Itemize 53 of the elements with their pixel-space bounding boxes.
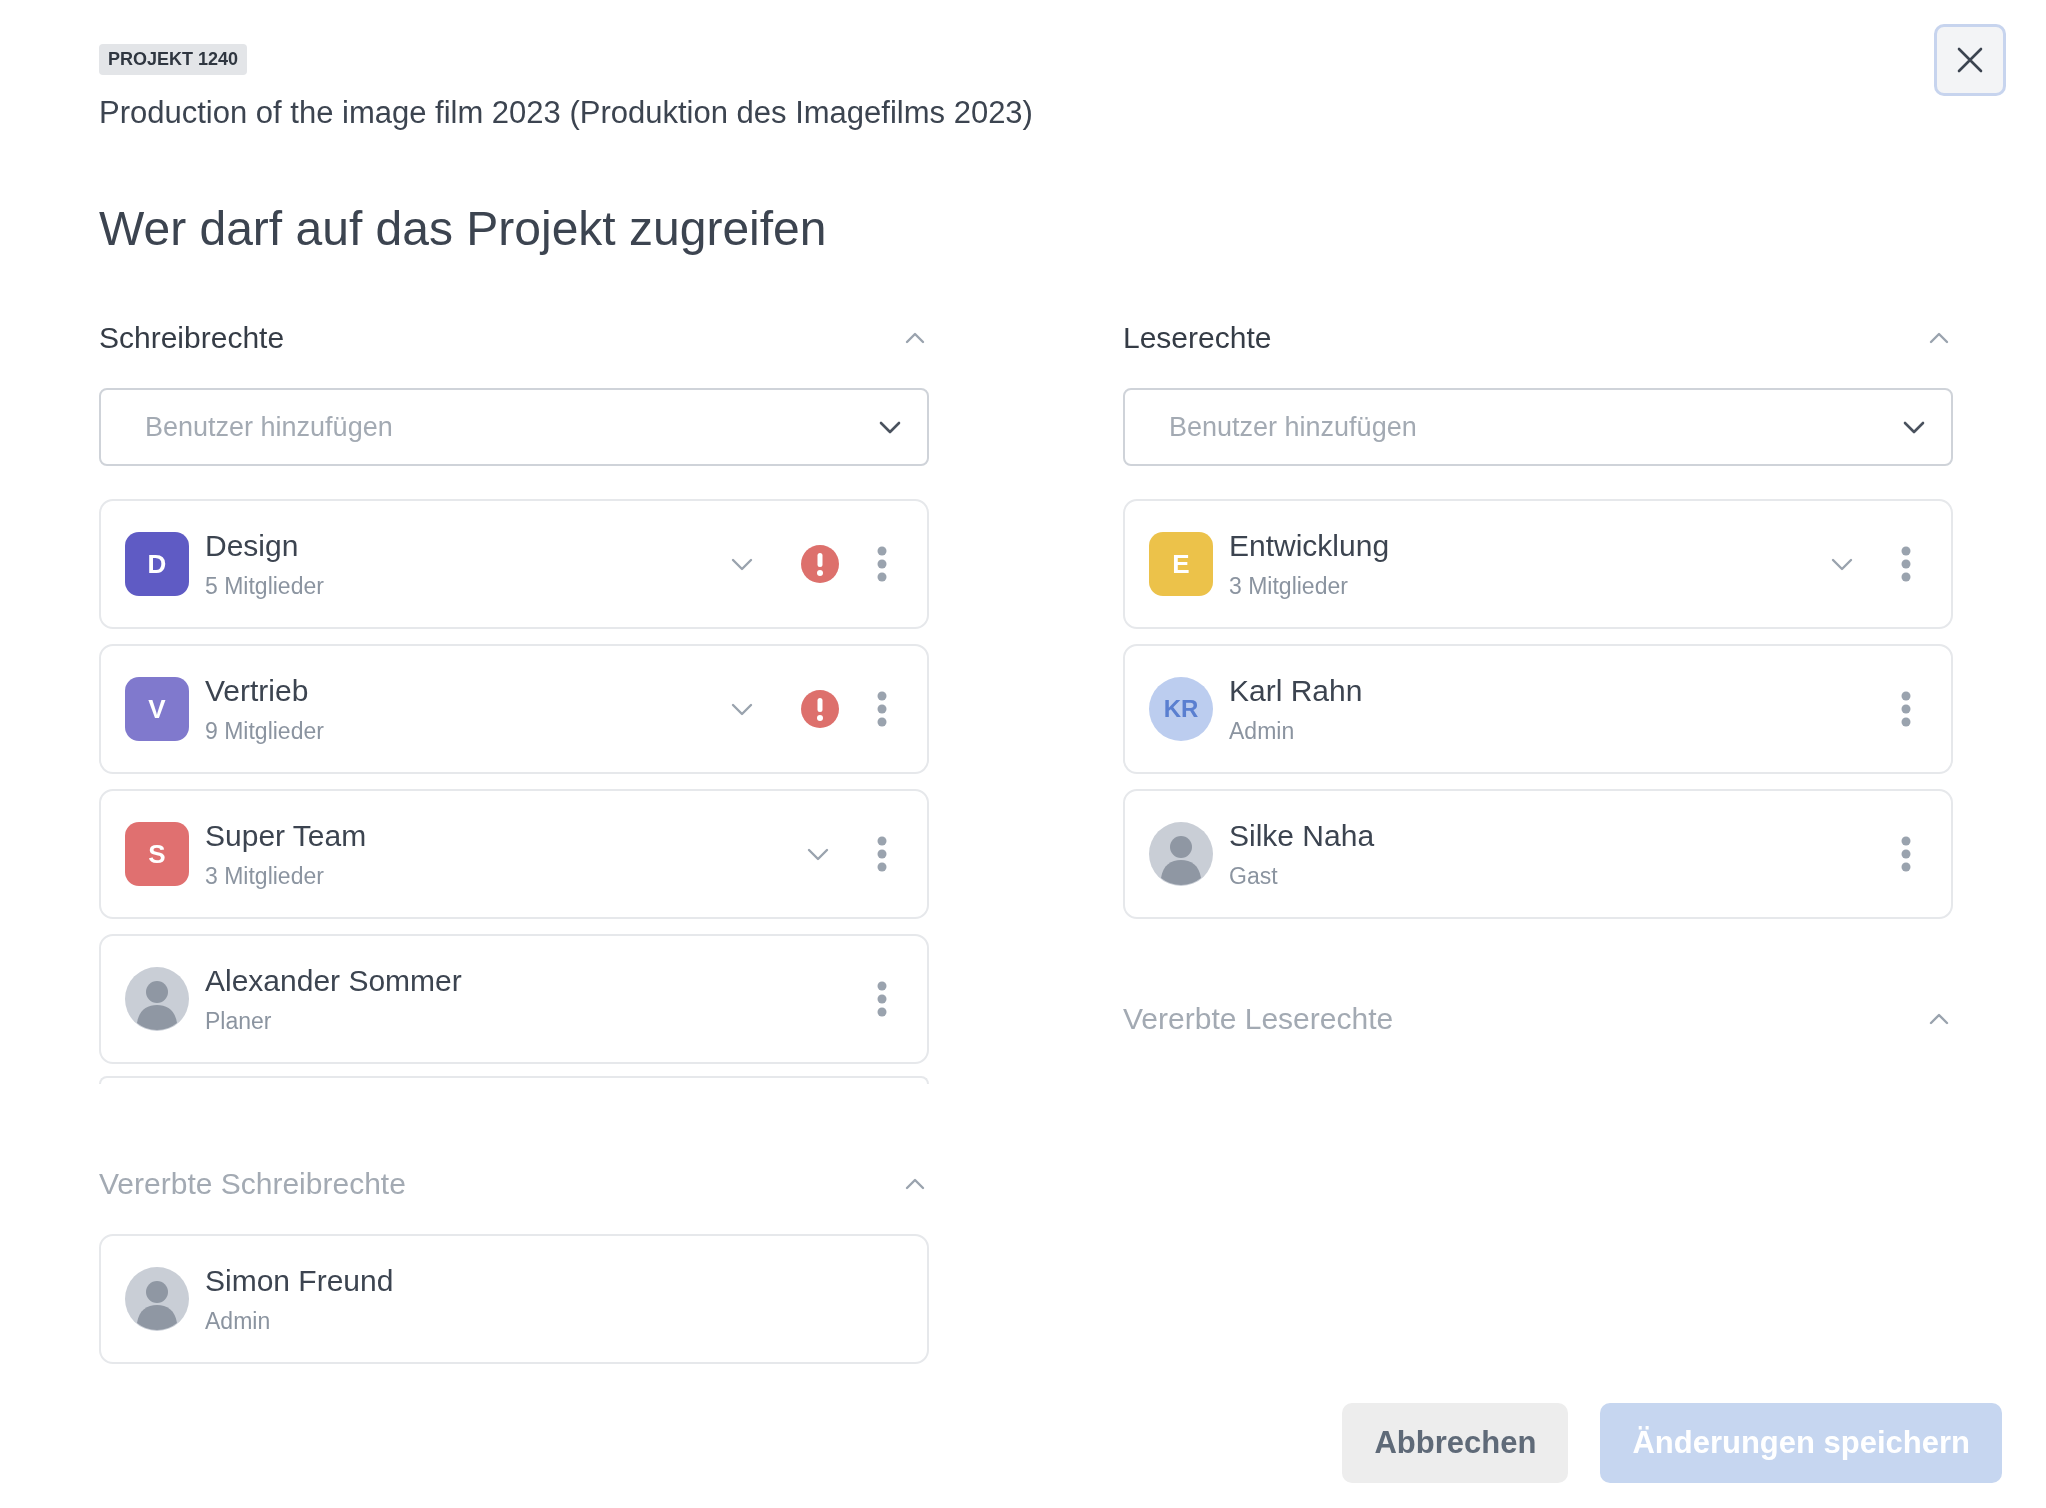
section-title: Leserechte bbox=[1123, 321, 1272, 355]
chevron-down-icon bbox=[1903, 420, 1925, 434]
add-user-dropdown[interactable]: Benutzer hinzufügen bbox=[1123, 388, 1953, 466]
initials-avatar: KR bbox=[1149, 677, 1213, 741]
member-name: Silke Naha bbox=[1229, 818, 1376, 853]
member-role: 3 Mitglieder bbox=[1229, 572, 1349, 600]
group-avatar: E bbox=[1149, 532, 1213, 596]
more-options-icon[interactable] bbox=[877, 836, 887, 872]
section-title: Vererbte Schreibrechte bbox=[99, 1167, 406, 1201]
member-name: Karl Rahn bbox=[1229, 673, 1364, 708]
more-options-icon[interactable] bbox=[1901, 691, 1911, 727]
avatar-silhouette-icon bbox=[125, 967, 189, 1031]
group-avatar: D bbox=[125, 532, 189, 596]
member-role: Gast bbox=[1229, 862, 1279, 890]
action-button[interactable]: Abbrechen bbox=[1342, 1403, 1569, 1483]
member-role: 3 Mitglieder bbox=[205, 862, 325, 890]
chevron-down-icon[interactable] bbox=[807, 847, 829, 861]
member-name: Vertrieb bbox=[205, 673, 310, 708]
more-options-icon[interactable] bbox=[877, 691, 887, 727]
add-user-dropdown[interactable]: Benutzer hinzufügen bbox=[99, 388, 929, 466]
member-role: 9 Mitglieder bbox=[205, 717, 325, 745]
member-role: Admin bbox=[1229, 717, 1296, 745]
chevron-down-icon[interactable] bbox=[1831, 557, 1853, 571]
member-name: Entwicklung bbox=[1229, 528, 1391, 563]
more-options-icon[interactable] bbox=[1901, 546, 1911, 582]
chevron-down-icon bbox=[879, 420, 901, 434]
chevron-down-icon[interactable] bbox=[731, 702, 753, 716]
member-name: Alexander Sommer bbox=[205, 963, 463, 998]
more-options-icon[interactable] bbox=[1901, 836, 1911, 872]
member-role: Admin bbox=[205, 1307, 272, 1335]
project-title: Production of the image film 2023 (Produktion des Imagefilms 2023) bbox=[99, 95, 1033, 131]
section-title: Vererbte Leserechte bbox=[1123, 1002, 1394, 1036]
more-options-icon[interactable] bbox=[877, 546, 887, 582]
member-name: Design bbox=[205, 528, 300, 563]
member-role: 5 Mitglieder bbox=[205, 572, 325, 600]
section-title: Schreibrechte bbox=[99, 321, 285, 355]
member-name: Simon Freund bbox=[205, 1263, 395, 1298]
collapse-chevron-icon[interactable] bbox=[905, 332, 925, 344]
page-heading: Wer darf auf das Projekt zugreifen bbox=[99, 201, 827, 256]
more-options-icon[interactable] bbox=[877, 981, 887, 1017]
avatar-silhouette-icon bbox=[125, 1267, 189, 1331]
close-icon bbox=[1956, 46, 1984, 74]
chevron-down-icon[interactable] bbox=[731, 557, 753, 571]
collapse-chevron-icon[interactable] bbox=[1929, 1013, 1949, 1025]
member-name: Super Team bbox=[205, 818, 368, 853]
close-button[interactable] bbox=[1934, 24, 2006, 96]
group-avatar: V bbox=[125, 677, 189, 741]
group-avatar: S bbox=[125, 822, 189, 886]
avatar-silhouette-icon bbox=[1149, 822, 1213, 886]
collapse-chevron-icon[interactable] bbox=[1929, 332, 1949, 344]
collapse-chevron-icon[interactable] bbox=[905, 1178, 925, 1190]
project-badge: PROJEKT 1240 bbox=[99, 44, 248, 75]
member-role: Planer bbox=[205, 1007, 273, 1035]
